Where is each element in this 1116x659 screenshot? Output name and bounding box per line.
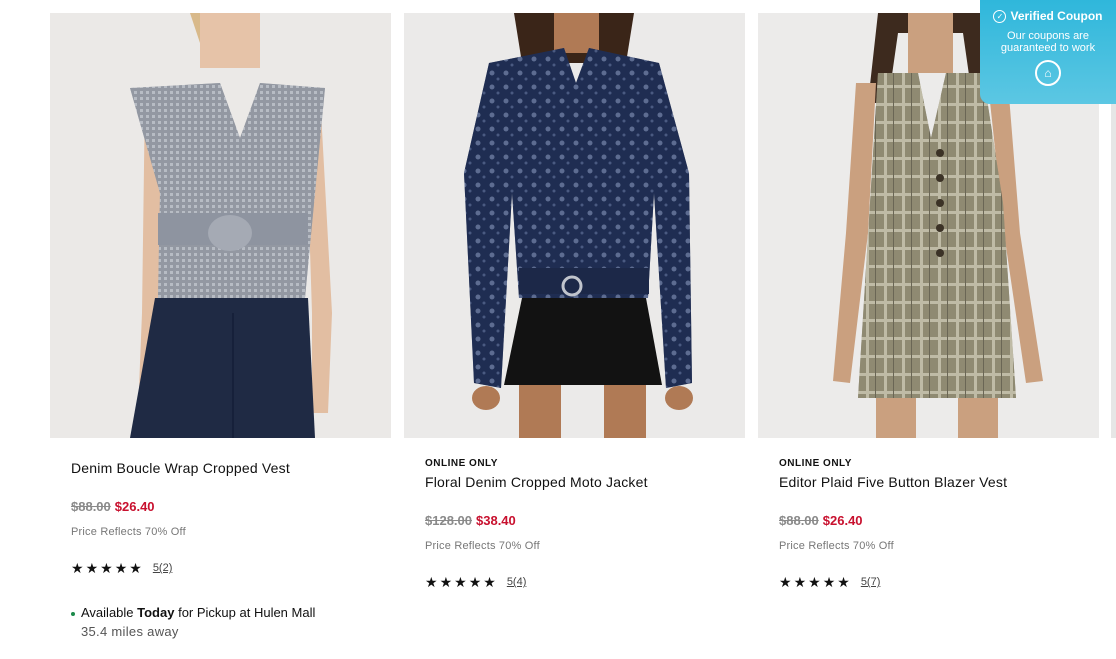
star-icon: ★ xyxy=(483,574,496,590)
product-title[interactable]: Editor Plaid Five Button Blazer Vest xyxy=(779,473,1099,491)
product-image[interactable] xyxy=(404,13,745,438)
star-icon: ★ xyxy=(454,574,467,590)
star-icon: ★ xyxy=(71,560,84,576)
original-price: $88.00 xyxy=(71,499,111,514)
price-note: Price Reflects 70% Off xyxy=(425,540,540,552)
coupon-title: Verified Coupon xyxy=(1010,9,1103,23)
sale-price: $26.40 xyxy=(114,499,155,514)
product-info: Denim Boucle Wrap Cropped Vest $88.00 $26… xyxy=(50,459,391,639)
star-rating: ★ ★ ★ ★ ★ xyxy=(425,575,496,589)
online-only-badge: ONLINE ONLY xyxy=(779,458,852,469)
star-icon: ★ xyxy=(425,574,438,590)
coupon-header: ✓ Verified Coupon xyxy=(980,9,1116,23)
check-circle-icon: ✓ xyxy=(993,9,1007,23)
star-icon: ★ xyxy=(779,574,792,590)
star-icon: ★ xyxy=(837,574,850,590)
store-distance: 35.4 miles away xyxy=(81,624,179,639)
online-only-badge: ONLINE ONLY xyxy=(425,458,498,469)
star-icon: ★ xyxy=(85,560,99,576)
star-icon: ★ xyxy=(114,560,128,576)
sale-price: $38.40 xyxy=(476,513,516,528)
sale-price: $26.40 xyxy=(822,513,863,528)
reviews-link[interactable]: 5(2) xyxy=(153,562,173,574)
star-rating: ★ ★ ★ ★ ★ xyxy=(71,561,142,575)
star-icon: ★ xyxy=(808,574,821,590)
reviews-link[interactable]: 5(4) xyxy=(507,576,527,588)
product-title[interactable]: Floral Denim Cropped Moto Jacket xyxy=(425,473,745,491)
product-info: ONLINE ONLY Editor Plaid Five Button Bla… xyxy=(758,458,1099,590)
product-card[interactable]: Denim Boucle Wrap Cropped Vest $88.00 $26… xyxy=(50,13,391,639)
product-image[interactable] xyxy=(50,13,391,438)
reviews-link[interactable]: 5(7) xyxy=(861,576,881,588)
star-icon: ★ xyxy=(129,560,142,576)
price-note: Price Reflects 70% Off xyxy=(71,526,186,538)
original-price: $128.00 xyxy=(425,513,472,528)
price-row: $88.00 $26.40 xyxy=(71,499,391,515)
price-row: $128.00 $38.40 xyxy=(425,513,745,529)
product-info: ONLINE ONLY Floral Denim Cropped Moto Ja… xyxy=(404,458,745,590)
pickup-day: Today xyxy=(137,605,175,620)
price-row: $88.00 $26.40 xyxy=(779,513,1099,529)
star-icon: ★ xyxy=(468,574,482,590)
verified-coupon-widget[interactable]: ✓ Verified Coupon Our coupons are guaran… xyxy=(980,0,1116,104)
pickup-availability: Available Today for Pickup at Hulen Mall xyxy=(71,604,391,622)
coupon-logo-icon[interactable]: ⌂ xyxy=(1035,60,1061,86)
rating: ★ ★ ★ ★ ★ 5(2) xyxy=(71,560,391,576)
availability-dot-icon xyxy=(71,612,75,616)
product-grid: Denim Boucle Wrap Cropped Vest $88.00 $26… xyxy=(50,13,1099,639)
price-note: Price Reflects 70% Off xyxy=(779,540,894,552)
product-card[interactable]: ONLINE ONLY Floral Denim Cropped Moto Ja… xyxy=(404,13,745,639)
star-icon: ★ xyxy=(793,574,807,590)
original-price: $88.00 xyxy=(779,513,819,528)
star-rating: ★ ★ ★ ★ ★ xyxy=(779,575,850,589)
rating: ★ ★ ★ ★ ★ 5(4) xyxy=(425,574,745,590)
coupon-subtitle: Our coupons are guaranteed to work xyxy=(1000,30,1096,54)
pickup-prefix: Available xyxy=(81,605,138,620)
star-icon: ★ xyxy=(100,560,113,576)
star-icon: ★ xyxy=(822,574,836,590)
product-title[interactable]: Denim Boucle Wrap Cropped Vest xyxy=(71,459,391,477)
rating: ★ ★ ★ ★ ★ 5(7) xyxy=(779,574,1099,590)
product-card[interactable]: ONLINE ONLY Editor Plaid Five Button Bla… xyxy=(758,13,1099,639)
star-icon: ★ xyxy=(439,574,453,590)
pickup-store: for Pickup at Hulen Mall xyxy=(174,605,316,620)
